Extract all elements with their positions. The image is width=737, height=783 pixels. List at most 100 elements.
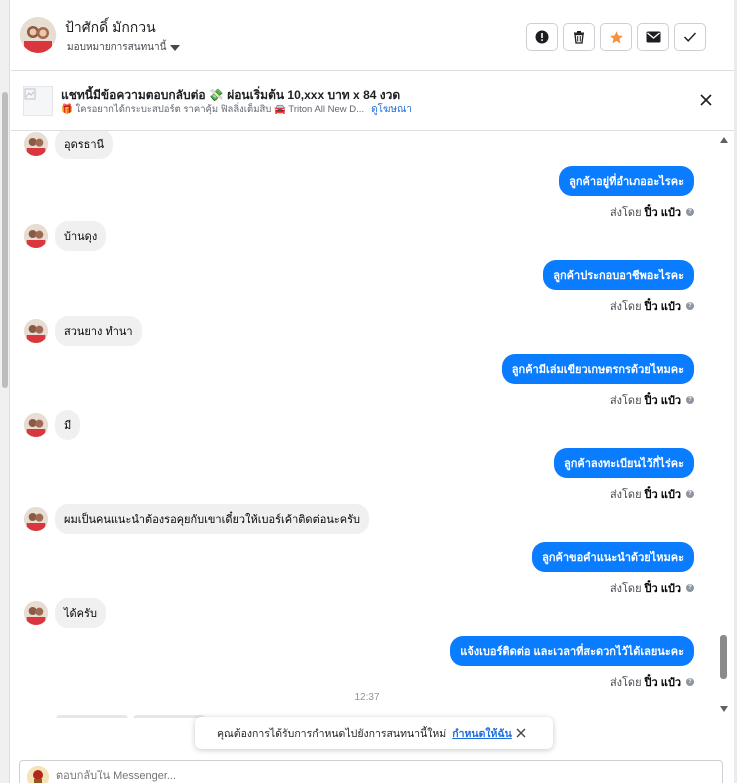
toast-close-button[interactable] — [515, 727, 527, 739]
quick-reply-chip[interactable] — [56, 715, 128, 718]
header-actions — [526, 23, 706, 51]
message-bubble[interactable]: แจ้งเบอร์ติดต่อ และเวลาที่สะดวกไว้ได้เลย… — [450, 636, 694, 666]
sent-by-line: ส่งโดย ปิ๋ว แป๋ว? — [610, 579, 694, 597]
outgoing-message: ลูกค้าลงทะเบียนไว้กี่ไร่คะ ส่งโดย ปิ๋ว แป… — [554, 448, 694, 503]
broken-image-icon — [24, 88, 36, 100]
contact-photo-icon — [24, 601, 48, 625]
contact-avatar[interactable] — [20, 17, 56, 53]
sender-avatar[interactable] — [24, 319, 48, 343]
sender-avatar[interactable] — [24, 224, 48, 248]
sender-avatar[interactable] — [24, 601, 48, 625]
star-button[interactable] — [600, 23, 632, 51]
reassign-toast: คุณต้องการได้รับการกำหนดไปยังการสนทนานี้… — [195, 717, 553, 749]
help-icon[interactable]: ? — [686, 208, 694, 216]
contact-photo-icon — [24, 413, 48, 437]
incoming-message: บ้านดุง — [24, 221, 107, 251]
conversation-header: ป้าศักดิ์ มักกวน มอบหมายการสนทนานี้ — [11, 0, 734, 71]
message-bubble[interactable]: ลูกค้ามีเล่มเขียวเกษตรกรด้วยไหมคะ — [501, 354, 694, 384]
sent-by-line: ส่งโดย ปิ๋ว แป๋ว? — [610, 673, 694, 691]
mark-done-button[interactable] — [674, 23, 706, 51]
delete-button[interactable] — [563, 23, 595, 51]
message-bubble[interactable]: ได้ครับ — [55, 598, 106, 628]
sent-by-line: ส่งโดย ปิ๋ว แป๋ว? — [610, 391, 694, 409]
message-list[interactable]: อุดรธานี ลูกค้าอยู่ที่อำเภออะไรคะ ส่งโดย… — [11, 131, 734, 718]
scroll-down-arrow-icon[interactable] — [720, 706, 728, 712]
message-bubble[interactable]: ลูกค้าขอคำแนะนำด้วยไหมคะ — [532, 542, 694, 572]
help-icon[interactable]: ? — [686, 490, 694, 498]
outgoing-message: ลูกค้าประกอบอาชีพอะไรคะ ส่งโดย ปิ๋ว แป๋ว? — [543, 260, 694, 315]
message-bubble[interactable]: ลูกค้าประกอบอาชีพอะไรคะ — [543, 260, 694, 290]
outgoing-message: ลูกค้ามีเล่มเขียวเกษตรกรด้วยไหมคะ ส่งโดย… — [501, 354, 694, 409]
contact-photo-icon — [24, 132, 48, 156]
quick-reply-chip[interactable] — [133, 715, 205, 718]
sender-avatar[interactable] — [24, 507, 48, 531]
sent-by-line: ส่งโดย ปิ๋ว แป๋ว? — [610, 297, 694, 315]
message-bubble[interactable]: ลูกค้าอยู่ที่อำเภออะไรคะ — [559, 166, 694, 196]
sent-by-name: ปิ๋ว แป๋ว — [644, 301, 681, 313]
mark-spam-button[interactable] — [526, 23, 558, 51]
message-timestamp: 12:37 — [354, 692, 380, 703]
sent-by-line: ส่งโดย ปิ๋ว แป๋ว? — [610, 203, 694, 221]
window-scrollbar-thumb[interactable] — [2, 92, 8, 388]
outgoing-message: แจ้งเบอร์ติดต่อ และเวลาที่สะดวกไว้ได้เลย… — [450, 636, 694, 691]
window-scrollbar[interactable] — [0, 0, 10, 783]
help-icon[interactable]: ? — [686, 584, 694, 592]
message-list-scrollbar[interactable] — [718, 131, 730, 717]
ad-subtitle-row: 🎁 ใครอยากได้กระบะสปอร์ต ราคาคุ้ม ฟิลลิ่ง… — [61, 102, 412, 117]
message-bubble[interactable]: สวนยาง ทำนา — [55, 316, 142, 346]
close-icon — [516, 728, 526, 738]
view-ad-link[interactable]: ดูโฆษณา — [371, 102, 412, 117]
sender-avatar[interactable] — [24, 413, 48, 437]
message-bubble[interactable]: บ้านดุง — [55, 221, 107, 251]
help-icon[interactable]: ? — [686, 396, 694, 404]
ad-thumbnail[interactable] — [23, 86, 53, 116]
contact-photo-icon — [24, 319, 48, 343]
sent-by-prefix: ส่งโดย — [609, 301, 642, 313]
sent-by-prefix: ส่งโดย — [609, 395, 642, 407]
assign-label: มอบหมายการสนทนานี้ — [67, 42, 167, 53]
message-bubble[interactable]: ลูกค้าลงทะเบียนไว้กี่ไร่คะ — [554, 448, 694, 478]
close-icon — [700, 94, 712, 106]
ad-subtitle: 🎁 ใครอยากได้กระบะสปอร์ต ราคาคุ้ม ฟิลลิ่ง… — [61, 104, 365, 115]
mark-unread-button[interactable] — [637, 23, 669, 51]
page-avatar — [27, 766, 49, 783]
chevron-down-icon — [170, 44, 181, 51]
outgoing-message: ลูกค้าอยู่ที่อำเภออะไรคะ ส่งโดย ปิ๋ว แป๋ว… — [559, 166, 694, 221]
help-icon[interactable]: ? — [686, 302, 694, 310]
incoming-message: สวนยาง ทำนา — [24, 316, 142, 346]
assign-to-me-link[interactable]: กำหนดให้ฉัน — [452, 725, 512, 742]
reply-input[interactable] — [56, 770, 656, 782]
sent-by-prefix: ส่งโดย — [609, 489, 642, 501]
ad-context-bar: แชทนี้มีข้อความตอบกลับต่อ 💸 ผ่อนเริ่มต้น… — [11, 71, 734, 131]
message-list-scrollbar-thumb[interactable] — [720, 635, 727, 679]
message-bubble[interactable]: มี — [55, 410, 81, 440]
star-icon — [609, 30, 623, 43]
assign-dropdown[interactable]: มอบหมายการสนทนานี้ — [67, 40, 181, 55]
trash-icon — [574, 31, 584, 44]
sent-by-name: ปิ๋ว แป๋ว — [644, 677, 681, 689]
sent-by-prefix: ส่งโดย — [609, 207, 642, 219]
contact-photo-icon — [24, 224, 48, 248]
envelope-icon — [646, 31, 660, 43]
reply-composer — [19, 760, 723, 783]
sent-by-prefix: ส่งโดย — [609, 677, 642, 689]
message-bubble[interactable]: ผมเป็นคนแนะนำต้องรอคุยกับเขาเดี๋ยวให้เบอ… — [55, 504, 370, 534]
sent-by-name: ปิ๋ว แป๋ว — [644, 489, 681, 501]
sender-avatar[interactable] — [24, 132, 48, 156]
contact-photo-icon — [24, 507, 48, 531]
message-bubble[interactable]: อุดรธานี — [55, 131, 114, 159]
scroll-up-arrow-icon[interactable] — [720, 137, 728, 143]
sent-by-name: ปิ๋ว แป๋ว — [644, 395, 681, 407]
incoming-message: ได้ครับ — [24, 598, 106, 628]
alert-icon — [535, 30, 549, 44]
contact-name[interactable]: ป้าศักดิ์ มักกวน — [65, 17, 156, 39]
sent-by-prefix: ส่งโดย — [609, 583, 642, 595]
page-logo-icon — [27, 766, 49, 783]
sent-by-name: ปิ๋ว แป๋ว — [644, 207, 681, 219]
incoming-message: ผมเป็นคนแนะนำต้องรอคุยกับเขาเดี๋ยวให้เบอ… — [24, 504, 370, 534]
contact-photo-icon — [20, 17, 56, 53]
incoming-message: อุดรธานี — [24, 131, 114, 159]
help-icon[interactable]: ? — [686, 678, 694, 686]
ad-close-button[interactable] — [698, 92, 714, 108]
incoming-message: มี — [24, 410, 81, 440]
